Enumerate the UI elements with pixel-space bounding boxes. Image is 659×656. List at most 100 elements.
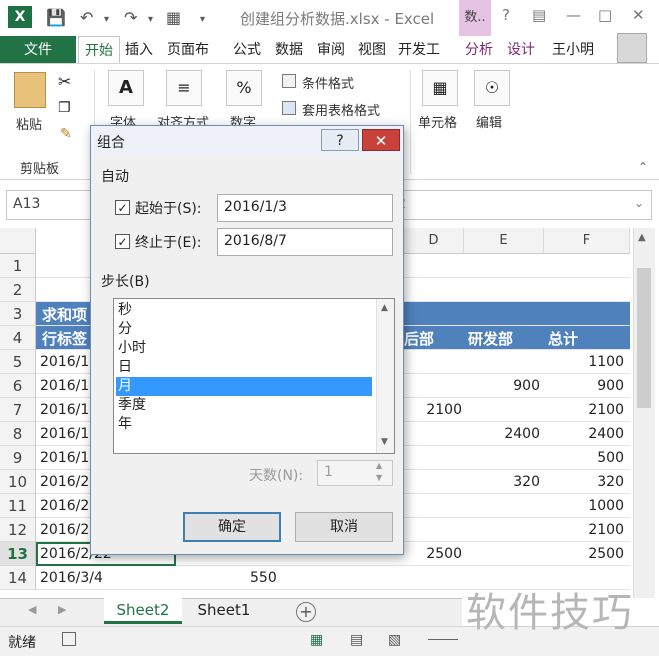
total-cell[interactable]: 2100 (554, 398, 624, 422)
listbox-scrollbar[interactable]: ▲ ▼ (376, 299, 394, 453)
user-name[interactable]: 王小明 (552, 36, 594, 64)
tab-analyze[interactable]: 分析 (460, 36, 498, 64)
total-cell[interactable]: 1000 (554, 494, 624, 518)
column-label[interactable]: 后部 (404, 328, 434, 349)
row-label-cell[interactable]: 2016/2 (40, 494, 89, 518)
row-header[interactable]: 14 (0, 566, 36, 590)
row-labels-header[interactable]: 行标签 (42, 328, 87, 349)
expand-formula-icon[interactable]: ⌄ (634, 196, 644, 210)
next-sheet-icon[interactable]: ▶ (58, 603, 66, 616)
undo-icon[interactable]: ↶ (80, 8, 93, 27)
help-button[interactable]: ? (502, 6, 510, 24)
list-item[interactable]: 秒 (116, 301, 372, 320)
cells-group-button[interactable]: 单元格 (418, 112, 457, 131)
collapse-ribbon-icon[interactable]: ⌃ (638, 160, 648, 174)
start-auto-checkbox[interactable]: ✓ (115, 200, 130, 215)
row-header[interactable]: 8 (0, 422, 36, 446)
total-cell[interactable]: 2500 (554, 542, 624, 566)
value-cell[interactable]: 2400 (470, 422, 540, 446)
row-header[interactable]: 7 (0, 398, 36, 422)
redo-dropdown-icon[interactable]: ▾ (148, 14, 153, 25)
avatar[interactable] (617, 33, 647, 63)
total-cell[interactable]: 1100 (554, 350, 624, 374)
form-icon[interactable]: ▦ (166, 8, 181, 27)
step-listbox[interactable]: 秒 分 小时 日 月 季度 年 ▲ ▼ (113, 298, 395, 454)
format-painter-icon[interactable]: ✎ (60, 126, 72, 142)
maximize-icon[interactable]: □ (598, 6, 612, 24)
grand-total-header[interactable]: 总计 (548, 328, 578, 349)
tab-home[interactable]: 开始 (78, 36, 120, 64)
tab-file[interactable]: 文件 (0, 36, 76, 64)
ribbon-display-icon[interactable]: ▤ (532, 6, 546, 24)
font-color-icon[interactable]: A (108, 70, 144, 106)
formula-input[interactable]: 2 (390, 190, 652, 220)
row-label-cell[interactable]: 2016/2 (40, 470, 89, 494)
row-label-cell[interactable]: 2016/1 (40, 422, 89, 446)
row-label-cell[interactable]: 2016/1 (40, 446, 89, 470)
row-header[interactable]: 9 (0, 446, 36, 470)
days-spinner[interactable]: 1 ▲ ▼ (317, 460, 393, 486)
list-item-selected[interactable]: 月 (116, 377, 372, 396)
page-layout-view-icon[interactable]: ▤ (350, 632, 363, 648)
column-header-e[interactable]: E (464, 228, 544, 254)
row-header[interactable]: 12 (0, 518, 36, 542)
editing-group-button[interactable]: 编辑 (476, 112, 502, 131)
paste-button[interactable]: 粘贴 (16, 114, 42, 133)
tab-design[interactable]: 设计 (502, 36, 540, 64)
macro-record-icon[interactable] (62, 632, 76, 646)
binoculars-icon[interactable]: ☉ (474, 70, 510, 106)
select-all-corner[interactable] (0, 228, 36, 254)
row-header[interactable]: 1 (0, 254, 36, 278)
row-header[interactable]: 6 (0, 374, 36, 398)
sheet-tab-sheet2[interactable]: Sheet2 (104, 598, 182, 624)
tab-data[interactable]: 数据 (270, 36, 308, 64)
row-label-cell[interactable]: 2016/1 (40, 350, 89, 374)
scroll-thumb[interactable] (637, 268, 651, 408)
normal-view-icon[interactable]: ▦ (310, 632, 323, 648)
column-header-f[interactable]: F (544, 228, 630, 254)
row-label-cell[interactable]: 2016/1 (40, 374, 89, 398)
scroll-up-icon[interactable]: ▲ (638, 232, 646, 243)
customize-toolbar-icon[interactable]: ▾ (200, 14, 205, 25)
undo-dropdown-icon[interactable]: ▾ (104, 14, 109, 25)
cancel-button[interactable]: 取消 (295, 512, 393, 542)
list-item[interactable]: 日 (116, 358, 372, 377)
conditional-format-button[interactable]: 条件格式 (302, 73, 354, 92)
cells-icon[interactable]: ▦ (422, 70, 458, 106)
tab-view[interactable]: 视图 (353, 36, 391, 64)
total-cell[interactable]: 320 (554, 470, 624, 494)
table-format-button[interactable]: 套用表格格式 (302, 100, 380, 119)
number-format-icon[interactable]: % (226, 70, 262, 106)
row-header[interactable]: 13 (0, 542, 36, 566)
dialog-close-button[interactable]: ✕ (362, 129, 400, 151)
name-box[interactable]: A13 (6, 190, 102, 220)
align-icon[interactable]: ≡ (166, 70, 202, 106)
tab-developer[interactable]: 开发工 (393, 36, 445, 64)
tab-review[interactable]: 审阅 (312, 36, 350, 64)
end-date-input[interactable]: 2016/8/7 (217, 228, 393, 256)
row-header[interactable]: 3 (0, 302, 36, 326)
value-cell[interactable]: 550 (250, 566, 277, 590)
sheet-tab-sheet1[interactable]: Sheet1 (186, 598, 262, 624)
column-header-d[interactable]: D (404, 228, 464, 254)
close-window-icon[interactable]: ✕ (632, 6, 645, 24)
zoom-slider[interactable] (428, 639, 458, 640)
column-label[interactable]: 研发部 (468, 328, 513, 349)
copy-icon[interactable]: ❐ (58, 100, 71, 116)
row-header[interactable]: 11 (0, 494, 36, 518)
list-item[interactable]: 小时 (116, 339, 372, 358)
list-item[interactable]: 分 (116, 320, 372, 339)
list-item[interactable]: 年 (116, 415, 372, 434)
row-header[interactable]: 4 (0, 326, 36, 350)
start-date-input[interactable]: 2016/1/3 (217, 194, 393, 222)
value-cell[interactable]: 320 (470, 470, 540, 494)
tab-formulas[interactable]: 公式 (228, 36, 266, 64)
row-header[interactable]: 2 (0, 278, 36, 302)
total-cell[interactable]: 2100 (554, 518, 624, 542)
spin-up-icon[interactable]: ▲ (376, 461, 382, 470)
pivot-values-label[interactable]: 求和项 (42, 304, 87, 325)
cut-icon[interactable]: ✂ (58, 72, 71, 91)
paste-icon[interactable] (14, 72, 46, 108)
value-cell[interactable]: 900 (470, 374, 540, 398)
vertical-scrollbar[interactable]: ▲ (633, 228, 655, 598)
